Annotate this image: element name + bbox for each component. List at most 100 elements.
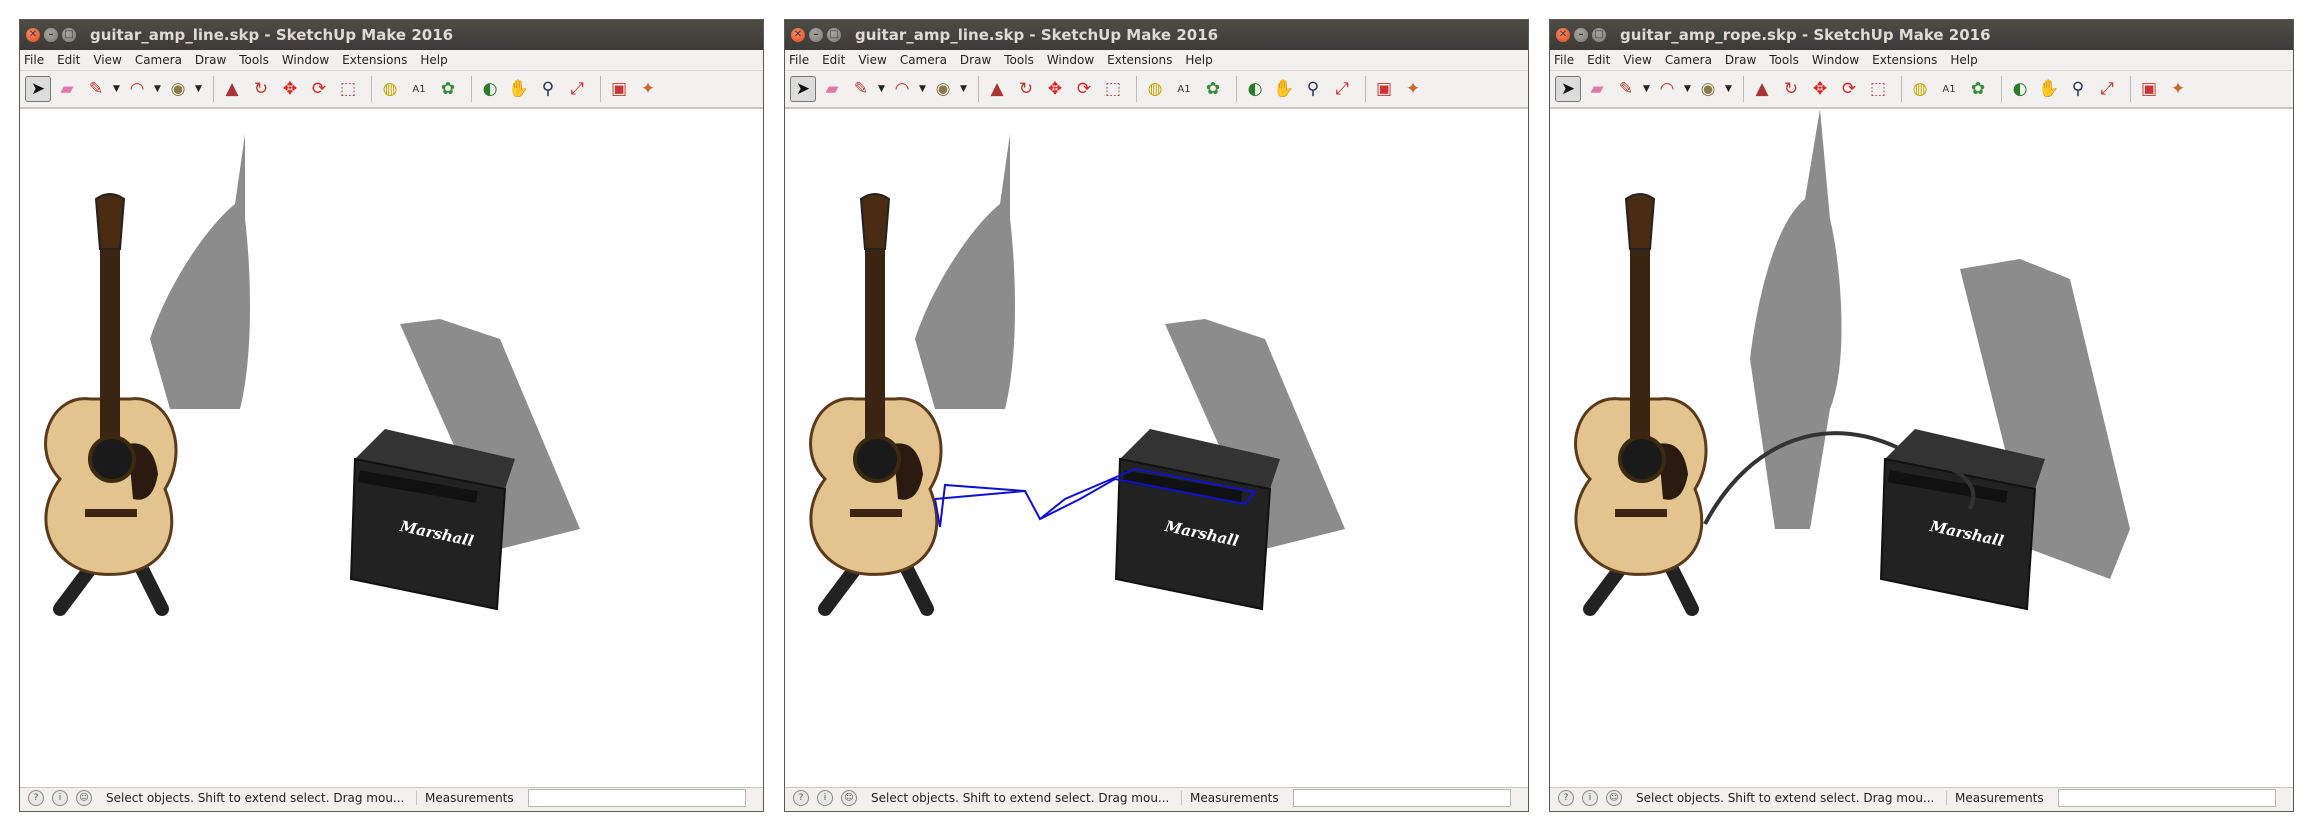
text-icon[interactable]: A1 (407, 77, 431, 101)
menu-camera[interactable]: Camera (1665, 53, 1712, 67)
menu-window[interactable]: Window (1812, 53, 1859, 67)
select-icon[interactable]: ➤ (1555, 76, 1581, 102)
info-icon[interactable]: i (1582, 790, 1598, 806)
arc-icon[interactable]: ◠ (1655, 77, 1679, 101)
amplifier[interactable]: Marshall (349, 429, 515, 611)
zoom-extents-icon[interactable]: ⤢ (565, 77, 589, 101)
measurements-input[interactable] (527, 789, 746, 807)
dropdown-arrow-icon[interactable]: ▼ (195, 84, 203, 94)
menu-extensions[interactable]: Extensions (1107, 53, 1172, 67)
menu-tools[interactable]: Tools (239, 53, 269, 67)
menu-extensions[interactable]: Extensions (342, 53, 407, 67)
title-bar[interactable]: ✕ – □ guitar_amp_line.skp - SketchUp Mak… (20, 20, 763, 50)
geo-location-icon[interactable]: ? (793, 790, 809, 806)
menu-edit[interactable]: Edit (1587, 53, 1610, 67)
tape-measure-icon[interactable]: ◍ (378, 77, 402, 101)
zoom-icon[interactable]: ⚲ (1301, 77, 1325, 101)
maximize-icon[interactable]: □ (1592, 28, 1606, 42)
orbit-icon[interactable]: ◐ (478, 77, 502, 101)
user-icon[interactable]: ☺ (76, 790, 92, 806)
drawing-viewport[interactable]: Marshall (1550, 108, 2293, 788)
minimize-icon[interactable]: – (44, 28, 58, 42)
dropdown-arrow-icon[interactable]: ▼ (878, 84, 886, 94)
paint-bucket-icon[interactable]: ◉ (166, 77, 190, 101)
eraser-icon[interactable]: ▰ (1585, 77, 1609, 101)
warehouse-icon[interactable]: ▣ (1372, 77, 1396, 101)
extension-icon[interactable]: ✦ (1401, 77, 1425, 101)
follow-me-icon[interactable]: ↻ (1014, 77, 1038, 101)
rotate-icon[interactable]: ⟳ (307, 77, 331, 101)
zoom-icon[interactable]: ⚲ (536, 77, 560, 101)
orbit-icon[interactable]: ◐ (2008, 77, 2032, 101)
menu-extensions[interactable]: Extensions (1872, 53, 1937, 67)
follow-me-icon[interactable]: ↻ (1779, 77, 1803, 101)
follow-me-icon[interactable]: ↻ (249, 77, 273, 101)
push-pull-icon[interactable]: ▲ (1750, 77, 1774, 101)
tape-measure-icon[interactable]: ◍ (1143, 77, 1167, 101)
paint-bucket-icon[interactable]: ◉ (931, 77, 955, 101)
maximize-icon[interactable]: □ (62, 28, 76, 42)
drawing-viewport[interactable]: Marshall (20, 108, 763, 788)
text-icon[interactable]: A1 (1937, 77, 1961, 101)
menu-draw[interactable]: Draw (960, 53, 991, 67)
measurements-input[interactable] (1292, 789, 1511, 807)
tape-measure-icon[interactable]: ◍ (1908, 77, 1932, 101)
paint-icon[interactable]: ✿ (1966, 77, 1990, 101)
guitar[interactable] (1574, 193, 1708, 616)
menu-window[interactable]: Window (1047, 53, 1094, 67)
move-icon[interactable]: ✥ (1043, 77, 1067, 101)
pan-icon[interactable]: ✋ (2037, 77, 2061, 101)
zoom-icon[interactable]: ⚲ (2066, 77, 2090, 101)
select-icon[interactable]: ➤ (25, 76, 51, 102)
info-icon[interactable]: i (817, 790, 833, 806)
rotate-icon[interactable]: ⟳ (1837, 77, 1861, 101)
maximize-icon[interactable]: □ (827, 28, 841, 42)
text-icon[interactable]: A1 (1172, 77, 1196, 101)
drawing-viewport[interactable]: Marshall (785, 108, 1528, 788)
menu-draw[interactable]: Draw (1725, 53, 1756, 67)
dropdown-arrow-icon[interactable]: ▼ (1684, 84, 1692, 94)
close-icon[interactable]: ✕ (1556, 28, 1570, 42)
pencil-icon[interactable]: ✎ (84, 77, 108, 101)
menu-tools[interactable]: Tools (1004, 53, 1034, 67)
menu-view[interactable]: View (93, 53, 121, 67)
dropdown-arrow-icon[interactable]: ▼ (960, 84, 968, 94)
menu-help[interactable]: Help (1185, 53, 1212, 67)
offset-icon[interactable]: ⬚ (1101, 77, 1125, 101)
paint-icon[interactable]: ✿ (1201, 77, 1225, 101)
user-icon[interactable]: ☺ (1606, 790, 1622, 806)
menu-draw[interactable]: Draw (195, 53, 226, 67)
minimize-icon[interactable]: – (809, 28, 823, 42)
info-icon[interactable]: i (52, 790, 68, 806)
zoom-extents-icon[interactable]: ⤢ (1330, 77, 1354, 101)
push-pull-icon[interactable]: ▲ (985, 77, 1009, 101)
pan-icon[interactable]: ✋ (507, 77, 531, 101)
menu-help[interactable]: Help (420, 53, 447, 67)
dropdown-arrow-icon[interactable]: ▼ (919, 84, 927, 94)
arc-icon[interactable]: ◠ (890, 77, 914, 101)
geo-location-icon[interactable]: ? (28, 790, 44, 806)
amplifier[interactable]: Marshall (1879, 429, 2045, 611)
pencil-icon[interactable]: ✎ (1614, 77, 1638, 101)
menu-tools[interactable]: Tools (1769, 53, 1799, 67)
menu-window[interactable]: Window (282, 53, 329, 67)
geo-location-icon[interactable]: ? (1558, 790, 1574, 806)
menu-edit[interactable]: Edit (822, 53, 845, 67)
dropdown-arrow-icon[interactable]: ▼ (154, 84, 162, 94)
dropdown-arrow-icon[interactable]: ▼ (113, 84, 121, 94)
menu-file[interactable]: File (1554, 53, 1574, 67)
menu-view[interactable]: View (858, 53, 886, 67)
menu-file[interactable]: File (789, 53, 809, 67)
eraser-icon[interactable]: ▰ (55, 77, 79, 101)
title-bar[interactable]: ✕ – □ guitar_amp_line.skp - SketchUp Mak… (785, 20, 1528, 50)
rotate-icon[interactable]: ⟳ (1072, 77, 1096, 101)
close-icon[interactable]: ✕ (791, 28, 805, 42)
user-icon[interactable]: ☺ (841, 790, 857, 806)
menu-view[interactable]: View (1623, 53, 1651, 67)
pencil-icon[interactable]: ✎ (849, 77, 873, 101)
offset-icon[interactable]: ⬚ (336, 77, 360, 101)
dropdown-arrow-icon[interactable]: ▼ (1643, 84, 1651, 94)
zoom-extents-icon[interactable]: ⤢ (2095, 77, 2119, 101)
select-icon[interactable]: ➤ (790, 76, 816, 102)
minimize-icon[interactable]: – (1574, 28, 1588, 42)
